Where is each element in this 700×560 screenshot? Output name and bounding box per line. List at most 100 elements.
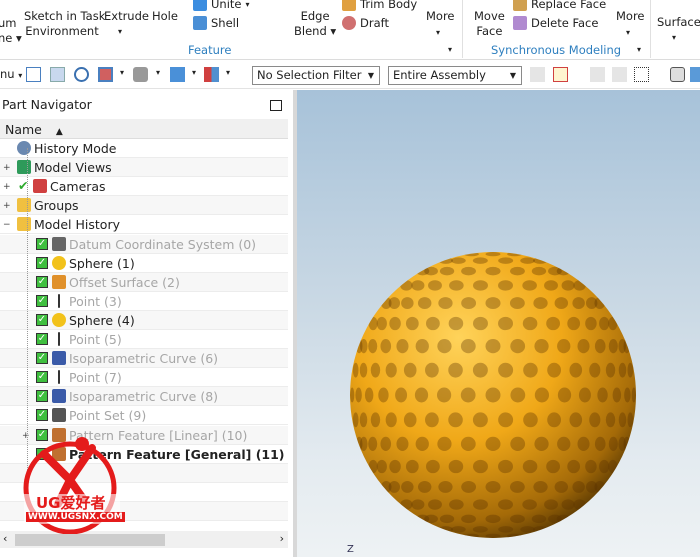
edge-blend-button[interactable]: Edge Blend ▾ xyxy=(294,9,336,39)
tree-item[interactable]: ✓ Isoparametric Curve (6) xyxy=(0,349,288,369)
trim-body-button[interactable]: Trim Body xyxy=(342,0,417,11)
chevron-down-icon[interactable]: ▾ xyxy=(672,30,676,45)
graphics-viewport[interactable]: Z xyxy=(297,90,700,557)
replace-face-button[interactable]: Replace Face xyxy=(513,0,606,11)
tree-item[interactable]: − Model History xyxy=(0,215,288,235)
tree-item[interactable]: ✓ Point (3) xyxy=(0,292,288,311)
shell-button[interactable]: Shell xyxy=(193,16,239,30)
render-style-icon[interactable] xyxy=(133,67,148,82)
expand-icon[interactable]: + xyxy=(3,201,11,211)
dimple xyxy=(533,257,548,264)
draft-button[interactable]: Draft xyxy=(342,16,389,30)
tree-item[interactable]: ✓ Point (5) xyxy=(0,330,288,349)
snap-icon[interactable] xyxy=(612,67,627,82)
collapse-icon[interactable]: − xyxy=(3,220,11,230)
maximize-icon[interactable] xyxy=(270,100,282,111)
datum-plane-button[interactable]: um ne ▾ xyxy=(0,16,22,46)
tree-item-label: Cameras xyxy=(50,179,106,195)
chevron-down-icon[interactable]: ▾ xyxy=(192,68,196,77)
tree-item[interactable]: ✓ Offset Surface (2) xyxy=(0,272,288,292)
scroll-right-icon[interactable]: › xyxy=(280,532,284,545)
dimple xyxy=(546,459,560,474)
tree-item[interactable]: + Model Views xyxy=(0,158,288,178)
chevron-down-icon[interactable]: ▾ xyxy=(436,25,440,40)
delete-face-button[interactable]: Delete Face xyxy=(513,16,598,30)
select-box-icon[interactable] xyxy=(634,67,649,82)
shaded-icon[interactable] xyxy=(170,67,185,82)
dimple xyxy=(608,338,618,354)
tree-item[interactable]: + Groups xyxy=(0,196,288,216)
dimple xyxy=(522,459,538,474)
dimple xyxy=(411,280,425,291)
more-sync-button[interactable]: More xyxy=(616,9,645,24)
expand-icon[interactable]: + xyxy=(3,182,11,192)
point-set-icon xyxy=(52,408,66,423)
dimple xyxy=(509,480,525,493)
tree-item[interactable]: + ✔ Cameras xyxy=(0,177,288,197)
tree-item[interactable]: ✓ Sphere (4) xyxy=(0,310,288,330)
dimple xyxy=(460,436,476,452)
dimple xyxy=(485,338,501,354)
visibility-checkbox[interactable]: ✓ xyxy=(36,333,48,345)
tree-item-label: Isoparametric Curve (6) xyxy=(69,351,219,367)
scroll-left-icon[interactable]: ‹ xyxy=(3,532,7,545)
selection-filter-dropdown[interactable]: No Selection Filter ▼ xyxy=(252,66,380,85)
dimple xyxy=(401,297,414,310)
unite-button[interactable]: Unite ▾ xyxy=(193,0,250,11)
surface-button[interactable]: Surface xyxy=(657,15,700,30)
dimple xyxy=(395,387,408,403)
snap-icon[interactable] xyxy=(590,67,605,82)
scope-dropdown[interactable]: Entire Assembly ▼ xyxy=(388,66,522,85)
visibility-checkbox[interactable]: ✓ xyxy=(36,294,48,307)
visibility-checkbox[interactable]: ✓ xyxy=(36,390,48,403)
more-feature-button[interactable]: More xyxy=(426,9,455,24)
dimple xyxy=(520,257,535,264)
chevron-down-icon[interactable]: ▾ xyxy=(226,68,230,77)
extrude-dropdown-icon[interactable]: ▾ xyxy=(118,24,122,39)
feature-group-expand-icon[interactable]: ▾ xyxy=(448,42,452,57)
tree-item[interactable]: ✓ Datum Coordinate System (0) xyxy=(0,234,288,254)
visibility-checkbox[interactable]: ✓ xyxy=(36,237,48,250)
dimple xyxy=(594,436,606,452)
visibility-checkbox[interactable]: ✓ xyxy=(36,256,48,269)
tree-item-label: Model History xyxy=(34,217,120,233)
column-header-name[interactable]: Name ▲ xyxy=(0,119,288,139)
rotate-icon[interactable] xyxy=(74,67,89,82)
expand-icon[interactable]: + xyxy=(3,163,11,173)
view-icon[interactable] xyxy=(204,67,219,82)
hole-button[interactable]: Hole xyxy=(152,9,178,24)
chevron-down-icon[interactable]: ▾ xyxy=(156,68,160,77)
dimple xyxy=(485,480,501,493)
tree-item[interactable]: ✓ Point (7) xyxy=(0,368,288,388)
part-icon[interactable] xyxy=(670,67,685,82)
menu-button[interactable]: nu ▾ xyxy=(0,67,22,81)
tree-item[interactable]: ✓ Point Set (9) xyxy=(0,406,288,426)
fit-view-icon[interactable] xyxy=(26,67,41,82)
dimple xyxy=(359,338,368,354)
menu-label: nu xyxy=(0,67,15,81)
move-face-button[interactable]: Move Face xyxy=(474,9,505,39)
chevron-down-icon[interactable]: ▾ xyxy=(626,25,630,40)
chevron-down-icon[interactable]: ▾ xyxy=(120,68,124,77)
body-icon[interactable] xyxy=(690,67,700,82)
dimple xyxy=(472,526,488,533)
tree-item-label: Model Views xyxy=(34,160,112,176)
orient-view-icon[interactable] xyxy=(98,67,113,82)
visibility-checkbox[interactable]: ✓ xyxy=(36,371,48,384)
sync-group-expand-icon[interactable]: ▾ xyxy=(637,42,641,57)
ugsnx-watermark-logo: UG爱好者 WWW.UGSNX.COM xyxy=(14,434,134,537)
visibility-checkbox[interactable]: ✓ xyxy=(36,352,48,365)
visibility-checkbox[interactable]: ✓ xyxy=(36,409,48,422)
snap-icon[interactable] xyxy=(530,67,545,82)
sketch-button[interactable]: Sketch in Task Environment xyxy=(24,9,105,39)
tree-item[interactable]: History Mode xyxy=(0,139,288,158)
tree-item[interactable]: ✓ Sphere (1) xyxy=(0,254,288,273)
visibility-checkbox[interactable]: ✓ xyxy=(36,313,48,326)
dimple xyxy=(544,499,558,510)
extrude-button[interactable]: Extrude xyxy=(104,9,149,24)
point-snap-icon[interactable] xyxy=(553,67,568,82)
visibility-checkbox[interactable]: ✓ xyxy=(36,275,48,288)
tree-item[interactable]: ✓ Isoparametric Curve (8) xyxy=(0,387,288,407)
zoom-window-icon[interactable] xyxy=(50,67,65,82)
golf-ball-model[interactable]: Z xyxy=(297,90,700,557)
